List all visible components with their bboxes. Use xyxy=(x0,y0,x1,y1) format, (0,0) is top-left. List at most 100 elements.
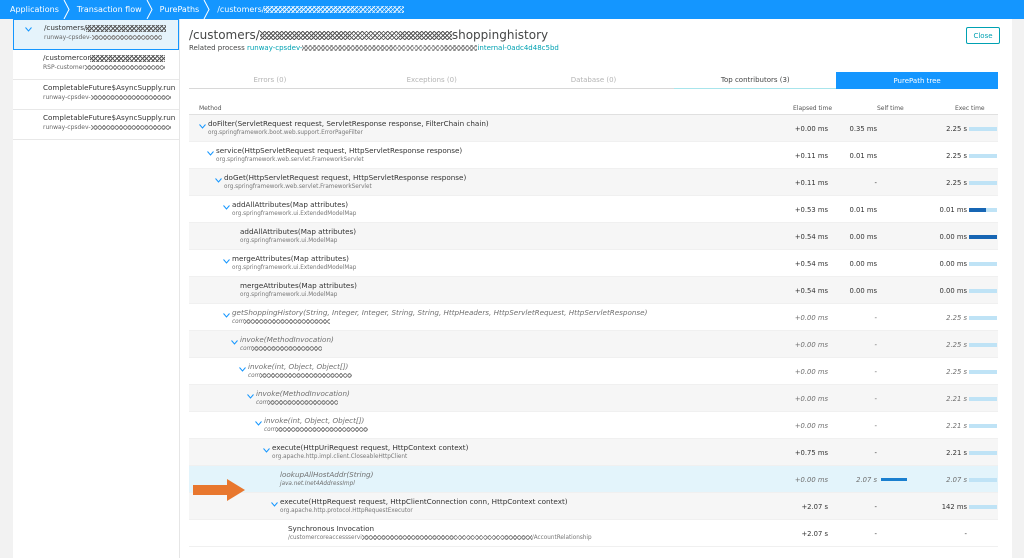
column-method[interactable]: Method xyxy=(199,105,222,112)
method-class: com xyxy=(264,427,369,433)
method-name: service(HttpServletRequest request, Http… xyxy=(216,146,463,155)
exec-time: 0.00 ms xyxy=(939,233,967,241)
elapsed-time: +0.54 ms xyxy=(794,287,828,295)
elapsed-time: +0.00 ms xyxy=(794,476,828,484)
method-cell: invoke(int, Object, Object[]) com xyxy=(248,362,353,379)
purepath-list-item[interactable]: CompletableFuture$AsyncSupply.run runway… xyxy=(13,80,179,110)
exec-time: 2.25 s xyxy=(946,368,967,376)
exec-time-bar xyxy=(969,262,997,266)
breadcrumb-transaction-flow[interactable]: Transaction flow xyxy=(67,0,153,19)
self-time: - xyxy=(874,395,877,403)
chevron-down-icon[interactable] xyxy=(207,151,214,156)
exec-time: - xyxy=(964,530,967,538)
breadcrumb-label: Applications xyxy=(10,5,59,14)
elapsed-time: +0.00 ms xyxy=(794,395,828,403)
method-cell: mergeAttributes(Map attributes) org.sprin… xyxy=(240,281,357,298)
purepath-list-item[interactable]: /customers/ runway-cpsdev- xyxy=(13,19,179,50)
purepath-subtitle: runway-cpsdev- xyxy=(44,34,174,41)
method-name: invoke(MethodInvocation) xyxy=(256,389,350,398)
self-time: 0.35 ms xyxy=(849,125,877,133)
table-row[interactable]: invoke(MethodInvocation) com +0.00 ms - 2.21… xyxy=(189,385,998,412)
related-process-link[interactable]: runway-cpsdev-internal-0adc4d48c5bd xyxy=(247,44,559,52)
table-row[interactable]: addAllAttributes(Map attributes) org.spri… xyxy=(189,223,998,250)
method-name: doGet(HttpServletRequest request, HttpSe… xyxy=(224,173,467,182)
method-cell: execute(HttpRequest request, HttpClientC… xyxy=(280,497,568,514)
column-elapsed-time[interactable]: Elapsed time xyxy=(793,105,832,112)
table-row[interactable]: mergeAttributes(Map attributes) org.sprin… xyxy=(189,250,998,277)
column-self-time[interactable]: Self time xyxy=(877,105,904,112)
chevron-down-icon[interactable] xyxy=(263,448,270,453)
chevron-down-icon[interactable] xyxy=(223,205,230,210)
table-row[interactable]: execute(HttpUriRequest request, HttpCont… xyxy=(189,439,998,466)
tab-top-contributors[interactable]: Top contributors (3) xyxy=(674,72,837,89)
elapsed-time: +0.75 ms xyxy=(794,449,828,457)
chevron-down-icon[interactable] xyxy=(223,313,230,318)
exec-time: 2.25 s xyxy=(946,341,967,349)
callout-arrow xyxy=(193,479,245,501)
tab-exceptions[interactable]: Exceptions (0) xyxy=(350,72,513,89)
table-row[interactable]: getShoppingHistory(String, Integer, Inte… xyxy=(189,304,998,331)
method-cell: service(HttpServletRequest request, Http… xyxy=(216,146,462,163)
breadcrumb-purepaths[interactable]: PurePaths xyxy=(150,0,210,19)
method-name: Synchronous Invocation xyxy=(288,524,375,533)
chevron-down-icon[interactable] xyxy=(199,124,206,129)
elapsed-time: +0.00 ms xyxy=(794,341,828,349)
purepath-title: /customercor xyxy=(43,53,175,62)
purepath-list-item[interactable]: /customercor RSP-customer xyxy=(13,50,179,80)
exec-time-bar xyxy=(969,343,997,347)
tab-database[interactable]: Database (0) xyxy=(512,72,675,89)
elapsed-time: +2.07 s xyxy=(801,530,828,538)
chevron-down-icon[interactable] xyxy=(271,502,278,507)
method-name: invoke(int, Object, Object[]) xyxy=(264,416,365,425)
table-row[interactable]: invoke(MethodInvocation) com +0.00 ms - 2.25… xyxy=(189,331,998,358)
detail-tabs: Errors (0) Exceptions (0) Database (0) T… xyxy=(189,72,998,89)
elapsed-time: +0.54 ms xyxy=(794,260,828,268)
close-button[interactable]: Close xyxy=(966,27,1000,44)
purepath-list: /customers/ runway-cpsdev- /customercor … xyxy=(13,19,180,558)
elapsed-time: +0.11 ms xyxy=(794,152,828,160)
self-time: 0.01 ms xyxy=(849,206,877,214)
chevron-down-icon[interactable] xyxy=(223,259,230,264)
exec-time: 2.21 s xyxy=(946,395,967,403)
method-cell: addAllAttributes(Map attributes) org.spri… xyxy=(240,227,356,244)
table-row[interactable]: addAllAttributes(Map attributes) org.spri… xyxy=(189,196,998,223)
table-row[interactable]: service(HttpServletRequest request, Http… xyxy=(189,142,998,169)
chevron-down-icon[interactable] xyxy=(215,178,222,183)
method-class: /customercoreaccessservi/AccountRelation… xyxy=(288,535,592,541)
breadcrumb-applications[interactable]: Applications xyxy=(0,0,70,19)
method-name: mergeAttributes(Map attributes) xyxy=(232,254,349,263)
table-row[interactable]: lookupAllHostAddr(String) java.net.Inet4A… xyxy=(189,466,998,493)
chevron-down-icon[interactable] xyxy=(231,340,238,345)
table-row[interactable]: Synchronous Invocation/customercoreacces… xyxy=(189,520,998,547)
table-row[interactable]: execute(HttpRequest request, HttpClientC… xyxy=(189,493,998,520)
table-row[interactable]: doGet(HttpServletRequest request, HttpSe… xyxy=(189,169,998,196)
self-time: - xyxy=(874,368,877,376)
table-row[interactable]: mergeAttributes(Map attributes) org.sprin… xyxy=(189,277,998,304)
column-exec-time[interactable]: Exec time xyxy=(955,105,985,112)
chevron-down-icon[interactable] xyxy=(247,394,254,399)
self-time: - xyxy=(874,530,877,538)
chevron-down-icon[interactable] xyxy=(255,421,262,426)
exec-time: 0.01 ms xyxy=(939,206,967,214)
method-name: lookupAllHostAddr(String) xyxy=(280,470,374,479)
breadcrumb-current-label: /customers/ xyxy=(217,5,265,14)
table-row[interactable]: invoke(int, Object, Object[]) com +0.00 ms… xyxy=(189,358,998,385)
table-row[interactable]: doFilter(ServletRequest request, Servlet… xyxy=(189,115,998,142)
exec-time-bar-fill xyxy=(969,235,997,239)
tab-purepath-tree[interactable]: PurePath tree xyxy=(836,72,998,89)
chevron-down-icon[interactable] xyxy=(239,367,246,372)
table-row[interactable]: invoke(int, Object, Object[]) com +0.00 ms… xyxy=(189,412,998,439)
method-name: execute(HttpUriRequest request, HttpCont… xyxy=(272,443,469,452)
purepath-list-item[interactable]: CompletableFuture$AsyncSupply.run runway… xyxy=(13,110,179,140)
self-time: - xyxy=(874,341,877,349)
method-class: com xyxy=(248,373,353,379)
self-time: 2.07 s xyxy=(856,476,877,484)
exec-time-bar xyxy=(969,181,997,185)
method-class: com xyxy=(256,400,350,406)
exec-time-bar xyxy=(969,235,997,239)
method-cell: addAllAttributes(Map attributes) org.spri… xyxy=(232,200,356,217)
exec-time-bar-fill xyxy=(969,208,986,212)
exec-time: 0.00 ms xyxy=(939,260,967,268)
tab-errors[interactable]: Errors (0) xyxy=(189,72,351,89)
method-class: java.net.Inet4AddressImpl xyxy=(280,481,355,487)
